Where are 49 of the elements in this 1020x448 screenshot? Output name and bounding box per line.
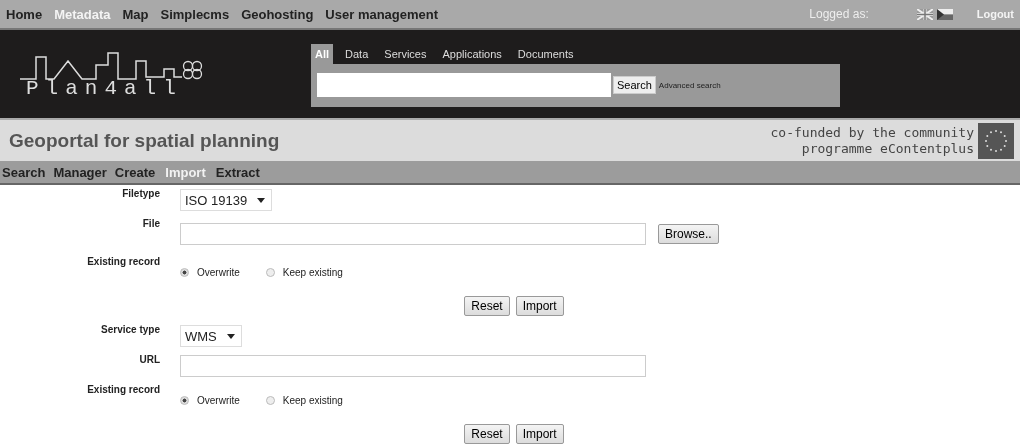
submenu-link[interactable]: Manager xyxy=(53,164,107,180)
page-title: Geoportal for spatial planning xyxy=(8,129,280,152)
radio-button[interactable] xyxy=(265,395,275,405)
field-label: Existing record xyxy=(86,383,161,395)
select-field[interactable]: WMS xyxy=(180,325,242,347)
form-button[interactable]: Reset xyxy=(464,296,510,316)
search-tab[interactable]: Services xyxy=(380,45,431,62)
radio-label: Keep existing xyxy=(282,266,343,278)
url-field[interactable] xyxy=(180,355,646,377)
caret-icon xyxy=(226,333,235,339)
radio-label: Keep existing xyxy=(282,394,343,406)
logged-as-label: Logged as: xyxy=(809,7,869,21)
radio-button[interactable] xyxy=(180,267,189,277)
file-field[interactable] xyxy=(180,223,646,245)
form-button[interactable]: Reset xyxy=(464,424,510,444)
radio-button[interactable] xyxy=(180,395,189,405)
funding-text: co-funded by the community xyxy=(770,124,974,141)
submenu-link[interactable]: Create xyxy=(114,164,156,180)
radio-button[interactable] xyxy=(265,267,275,277)
menu-link[interactable]: Map xyxy=(122,6,149,22)
menu-link[interactable]: User management xyxy=(325,6,439,22)
field-label: Filetype xyxy=(121,187,161,199)
search-field[interactable] xyxy=(317,73,611,97)
logo[interactable]: Plan4all xyxy=(0,48,278,100)
caret-icon xyxy=(257,197,266,203)
search-tab[interactable]: Data xyxy=(341,45,373,62)
submenu-link[interactable]: Extract xyxy=(215,164,260,180)
browse-button[interactable]: Browse.. xyxy=(658,224,719,244)
logo-text: Plan4all xyxy=(26,76,184,100)
search-button[interactable]: Search xyxy=(613,76,656,94)
form-button[interactable]: Import xyxy=(515,424,564,444)
search-tab[interactable]: Documents xyxy=(513,45,578,62)
submenu-link[interactable]: Search xyxy=(2,164,46,180)
advanced-search-link[interactable]: Advanced search xyxy=(658,80,721,90)
funding-text: programme eContentplus xyxy=(801,140,974,157)
uk-flag-icon[interactable] xyxy=(916,8,933,20)
menu-link[interactable]: Home xyxy=(6,6,43,22)
search-tab[interactable]: Applications xyxy=(438,45,506,62)
menu-link[interactable]: Geohosting xyxy=(241,6,314,22)
field-label: File xyxy=(141,217,161,229)
select-field[interactable]: ISO 19139 xyxy=(180,189,273,211)
field-label: URL xyxy=(138,353,161,365)
field-label: Existing record xyxy=(86,255,161,267)
flag-icon[interactable] xyxy=(936,8,953,20)
menu-link[interactable]: Simplecms xyxy=(160,6,230,22)
form-button[interactable]: Import xyxy=(515,296,564,316)
radio-label: Overwrite xyxy=(197,394,240,406)
radio-label: Overwrite xyxy=(197,266,240,278)
field-label: Service type xyxy=(100,323,161,335)
